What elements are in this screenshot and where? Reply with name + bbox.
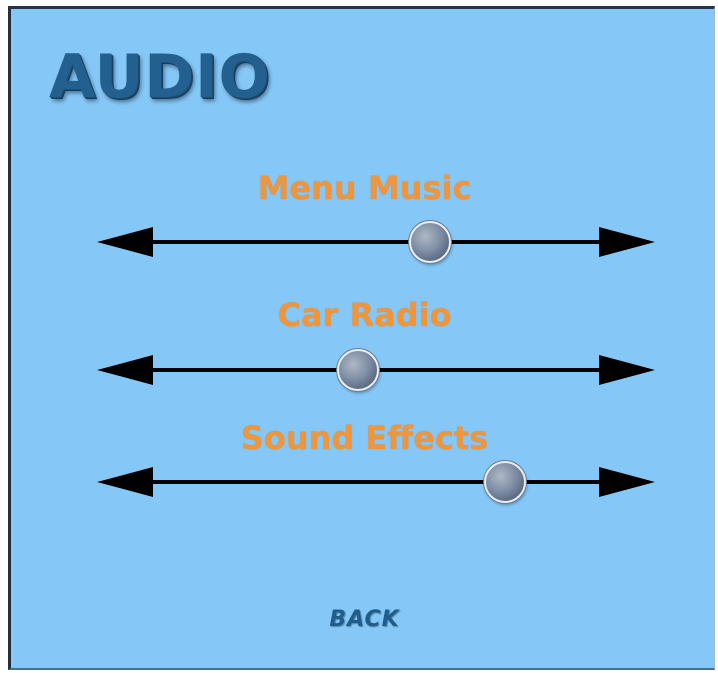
sound-effects-slider[interactable]: [97, 458, 655, 506]
arrow-left-icon[interactable]: [97, 467, 153, 497]
slider-knob[interactable]: [408, 221, 451, 263]
slider-track: [97, 227, 655, 257]
slider-knob[interactable]: [337, 349, 380, 391]
car-radio-label: Car Radio: [277, 296, 452, 334]
arrow-left-icon[interactable]: [97, 355, 153, 385]
audio-menu-panel: AUDIO Menu Music Car Radio Sound Effects…: [8, 6, 715, 670]
menu-music-label: Menu Music: [257, 169, 472, 207]
back-button-label: BACK: [329, 607, 400, 632]
arrow-right-icon[interactable]: [599, 355, 655, 385]
slider-track: [97, 467, 655, 497]
slider-line: [151, 480, 601, 484]
sound-effects-label: Sound Effects: [240, 419, 489, 457]
slider-line: [151, 240, 601, 244]
menu-music-slider[interactable]: [97, 218, 655, 266]
arrow-right-icon[interactable]: [599, 467, 655, 497]
back-button[interactable]: BACK: [11, 605, 718, 634]
arrow-right-icon[interactable]: [599, 227, 655, 257]
page-title: AUDIO: [49, 42, 271, 112]
car-radio-slider[interactable]: [97, 346, 655, 394]
arrow-left-icon[interactable]: [97, 227, 153, 257]
